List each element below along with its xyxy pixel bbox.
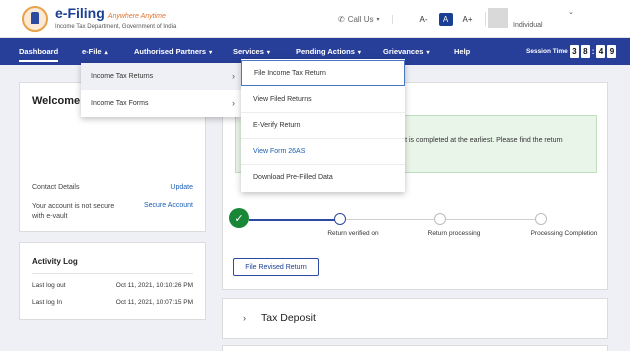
timeline-step-label: Return verified on <box>327 230 379 237</box>
activity-row-label: Last log In <box>32 299 62 306</box>
phone-icon: ✆ <box>338 14 345 24</box>
avatar[interactable] <box>488 8 508 28</box>
font-normal-button[interactable]: A <box>438 12 453 26</box>
activity-row-value: Oct 11, 2021, 10:10:26 PM <box>115 282 193 289</box>
session-digit: 9 <box>607 45 617 58</box>
call-us-button[interactable]: ✆ Call Us ▾ <box>332 14 393 24</box>
site-header: e-Filing Anywhere Anytime Income Tax Depa… <box>0 0 630 38</box>
menu-item-view-form-26as[interactable]: View Form 26AS <box>241 139 405 165</box>
activity-row: Last log out Oct 11, 2021, 10:10:26 PM <box>32 282 193 294</box>
session-label: Session Time <box>526 48 568 55</box>
divider <box>484 12 486 26</box>
chevron-down-icon: ▾ <box>266 50 270 56</box>
session-colon: : <box>591 47 595 56</box>
session-digit: 8 <box>580 45 590 58</box>
nav-label: Help <box>454 47 471 56</box>
timeline-step-label: Processing Completion <box>530 230 598 237</box>
timeline-line <box>346 219 434 220</box>
font-increase-button[interactable]: A+ <box>461 13 475 26</box>
timeline-step-dot <box>434 213 446 225</box>
chevron-down-icon: ▾ <box>376 16 380 23</box>
font-decrease-button[interactable]: A- <box>417 13 431 26</box>
menu-item-label: Income Tax Returns <box>91 73 154 80</box>
contact-details-label: Contact Details <box>32 184 80 191</box>
activity-log-title: Activity Log <box>32 257 78 266</box>
chevron-right-icon: › <box>232 98 235 108</box>
security-notice: Your account is not secure with e-vault <box>32 203 115 220</box>
tax-deposit-title: Tax Deposit <box>261 312 316 324</box>
nav-authorised-partners[interactable]: Authorised Partners ▾ <box>134 38 212 65</box>
nav-label: Authorised Partners <box>134 47 207 56</box>
session-digit: 4 <box>596 45 606 58</box>
timeline-progress-line <box>249 219 335 221</box>
efile-dropdown: Income Tax Returns › Income Tax Forms › <box>81 63 241 117</box>
tax-deposit-card[interactable]: › Tax Deposit <box>222 298 608 339</box>
nav-label: Dashboard <box>19 47 59 56</box>
nav-label: e-File <box>82 47 102 56</box>
menu-item-income-tax-forms[interactable]: Income Tax Forms › <box>81 90 241 117</box>
activity-row-label: Last log out <box>32 282 66 289</box>
secure-account-link[interactable]: Secure Account <box>144 202 193 209</box>
brand-tagline: Anywhere Anytime <box>107 13 166 20</box>
activity-row-value: Oct 11, 2021, 10:07:15 PM <box>115 299 193 306</box>
menu-item-e-verify-return[interactable]: E-Verify Return <box>241 113 405 139</box>
menu-item-view-filed-returns[interactable]: View Filed Returns <box>241 87 405 113</box>
itr-submenu: File Income Tax Return View Filed Return… <box>241 59 405 192</box>
nav-help[interactable]: Help <box>454 38 470 65</box>
chevron-right-icon: › <box>243 313 246 323</box>
nav-dashboard[interactable]: Dashboard <box>19 38 59 65</box>
brand-subtitle: Income Tax Department, Government of Ind… <box>55 24 177 30</box>
header-tools: ✆ Call Us ▾ A- A A+ <box>332 10 502 28</box>
activity-row: Last log In Oct 11, 2021, 10:07:15 PM <box>32 299 193 311</box>
activity-log-card: Activity Log Last log out Oct 11, 2021, … <box>19 242 206 320</box>
brand[interactable]: e-Filing Anywhere Anytime Income Tax Depa… <box>55 5 176 30</box>
timeline-step-label: Return processing <box>427 230 481 237</box>
session-digit: 3 <box>569 45 579 58</box>
file-revised-return-button[interactable]: File Revised Return <box>233 258 319 276</box>
user-type: Individual <box>513 22 543 29</box>
timeline-step-dot <box>334 213 346 225</box>
notice-text: sure it is completed at the earliest. Pl… <box>388 137 563 144</box>
chevron-down-icon: ▾ <box>426 50 430 56</box>
menu-item-label: Income Tax Forms <box>91 100 149 107</box>
menu-item-file-itr[interactable]: File Income Tax Return <box>241 60 405 86</box>
chevron-down-icon: ▾ <box>209 50 213 56</box>
divider <box>32 273 193 274</box>
check-icon: ✓ <box>229 208 249 228</box>
timeline-line <box>446 219 535 220</box>
chevron-right-icon: › <box>232 71 235 81</box>
chevron-down-icon[interactable]: ⌄ <box>568 8 574 16</box>
next-card <box>222 345 608 351</box>
chevron-up-icon: ▴ <box>104 50 108 56</box>
session-timer: Session Time 3 8 : 4 9 <box>526 38 617 65</box>
call-us-label: Call Us <box>347 14 374 24</box>
nav-label: Grievances <box>383 47 424 56</box>
nav-label: Services <box>233 47 264 56</box>
menu-item-download-prefilled[interactable]: Download Pre-Filled Data <box>241 165 405 191</box>
update-contact-link[interactable]: Update <box>170 184 193 191</box>
nav-label: Pending Actions <box>296 47 355 56</box>
menu-item-income-tax-returns[interactable]: Income Tax Returns › <box>81 63 241 90</box>
timeline-step-dot <box>535 213 547 225</box>
chevron-down-icon: ▾ <box>357 50 361 56</box>
emblem-logo-icon <box>22 6 48 32</box>
brand-name: e-Filing <box>55 5 105 21</box>
nav-efile[interactable]: e-File ▴ <box>82 38 108 65</box>
